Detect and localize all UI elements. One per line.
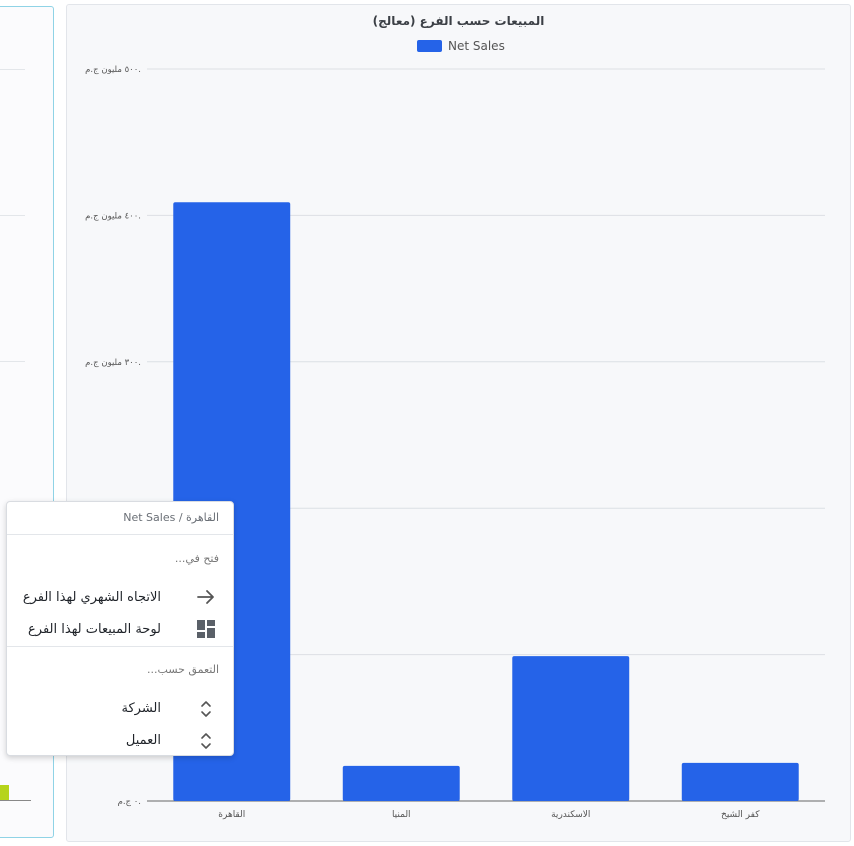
chart-bar[interactable]	[681, 762, 799, 801]
chart-bar[interactable]	[342, 765, 460, 801]
chart-bar[interactable]	[512, 656, 630, 801]
left-chart-bar[interactable]	[0, 785, 9, 800]
left-gridline	[0, 361, 25, 362]
context-menu-header: القاهرة / Net Sales	[123, 511, 219, 524]
y-tick-label: ٤٠٠ مليون ج.م.	[85, 211, 141, 221]
menu-item-drill-company-label[interactable]: الشركة	[121, 701, 161, 716]
menu-item-drill-customer-label[interactable]: العميل	[126, 733, 161, 748]
left-axis-line	[0, 800, 31, 801]
y-tick-label: ٠ ج.م.	[118, 797, 141, 807]
dashboard-icon[interactable]	[195, 618, 217, 640]
y-tick-label: ٥٠٠ مليون ج.م.	[85, 65, 141, 75]
chart-context-menu: القاهرة / Net Sales فتح في... الاتجاه ال…	[6, 501, 234, 756]
drill-by-section-label: التعمق حسب...	[147, 663, 219, 676]
open-in-section-label: فتح في...	[174, 552, 219, 565]
x-tick-label: الاسكندرية	[551, 810, 590, 820]
menu-item-monthly-trend-label[interactable]: الاتجاه الشهري لهذا الفرع	[23, 590, 161, 605]
page: المبيعات حسب الفرع (معالج) Net Sales ٠ ج…	[0, 0, 854, 846]
menu-divider	[7, 534, 233, 535]
arrow-right-icon[interactable]	[195, 586, 217, 608]
left-gridline	[0, 69, 25, 70]
menu-item-sales-dashboard-label[interactable]: لوحة المبيعات لهذا الفرع	[28, 622, 161, 637]
chevron-up-down-icon[interactable]	[195, 730, 217, 752]
x-tick-label: المنيا	[392, 810, 411, 820]
left-gridline	[0, 215, 25, 216]
x-tick-label: القاهرة	[218, 810, 245, 820]
x-tick-label: كفر الشيخ	[721, 810, 760, 820]
menu-divider	[7, 646, 233, 647]
y-tick-label: ٣٠٠ مليون ج.م.	[85, 358, 141, 368]
chevron-up-down-icon[interactable]	[195, 698, 217, 720]
